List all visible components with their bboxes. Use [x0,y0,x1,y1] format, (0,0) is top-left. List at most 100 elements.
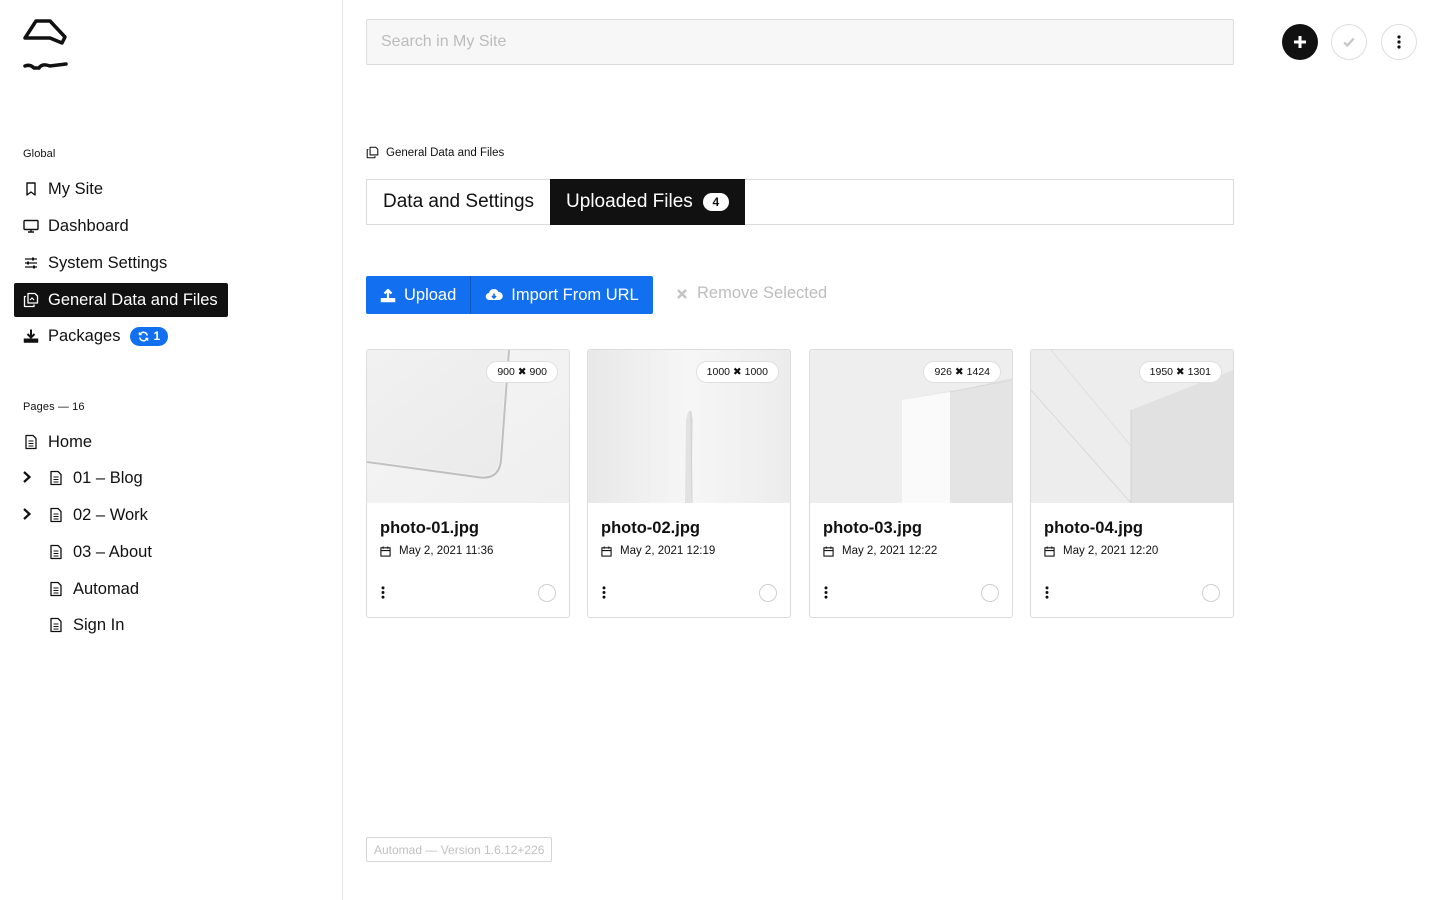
cloud-download-icon [486,288,504,301]
file-date-label: May 2, 2021 12:20 [1063,545,1159,557]
refresh-icon [139,331,149,341]
page-item-label: 02 – Work [73,505,148,524]
file-thumbnail[interactable]: 926 ✖ 1424 [810,350,1012,503]
files-count-badge: 4 [702,193,729,211]
file-date: May 2, 2021 11:36 [380,545,493,557]
file-select-checkbox[interactable] [759,584,777,602]
updates-badge[interactable]: 1 [130,326,169,346]
file-name[interactable]: photo-03.jpg [823,519,922,538]
page-item-label: Home [48,432,93,451]
file-card[interactable]: 900 ✖ 900 photo-01.jpg May 2, 2021 11:36 [366,349,570,618]
remove-selected-button[interactable]: Remove Selected [676,284,827,303]
files-icon [366,146,379,159]
calendar-icon [1044,545,1055,557]
bookmark-icon [23,181,39,197]
page-item-home[interactable]: Home [14,425,92,459]
sidebar-item-dashboard[interactable]: Dashboard [14,209,139,243]
page-item-about[interactable]: 03 – About [39,535,152,569]
dimensions-badge: 1950 ✖ 1301 [1138,361,1222,383]
file-date: May 2, 2021 12:22 [823,545,937,557]
file-menu-button[interactable] [1042,584,1052,600]
page-item-label: 01 – Blog [73,468,143,487]
document-icon [48,544,64,560]
file-name[interactable]: photo-04.jpg [1044,519,1143,538]
download-icon [23,328,39,344]
file-card[interactable]: 1950 ✖ 1301 photo-04.jpg May 2, 2021 12:… [1030,349,1234,618]
kebab-icon [1045,585,1049,599]
kebab-icon [381,585,385,599]
check-icon [1343,37,1355,48]
file-card[interactable]: 926 ✖ 1424 photo-03.jpg May 2, 2021 12:2… [809,349,1013,618]
files-icon [23,292,39,308]
file-select-checkbox[interactable] [538,584,556,602]
dimensions-badge: 900 ✖ 900 [486,361,558,383]
file-thumbnail[interactable]: 900 ✖ 900 [367,350,569,503]
file-date-label: May 2, 2021 11:36 [399,545,494,557]
breadcrumb: General Data and Files [366,146,504,159]
file-thumbnail[interactable]: 1000 ✖ 1000 [588,350,790,503]
file-date: May 2, 2021 12:20 [1044,545,1158,557]
automad-logo[interactable] [22,18,68,74]
page-item-sign-in[interactable]: Sign In [39,608,124,642]
monitor-icon [23,218,39,234]
tab-uploaded-files[interactable]: Uploaded Files 4 [550,179,745,225]
page-item-label: Automad [73,579,140,598]
sidebar-item-system-settings[interactable]: System Settings [14,246,177,280]
calendar-icon [601,545,612,557]
add-page-button[interactable] [1282,24,1318,60]
upload-button-group: Upload Import From URL [366,276,653,314]
chevron-right-icon[interactable] [20,507,34,521]
file-select-checkbox[interactable] [981,584,999,602]
tab-data-and-settings[interactable]: Data and Settings [367,179,550,225]
sidebar-item-packages[interactable]: Packages 1 [14,319,178,353]
page-item-label: Sign In [73,615,125,634]
sidebar-item-label: Dashboard [48,216,129,235]
file-thumbnail[interactable]: 1950 ✖ 1301 [1031,350,1233,503]
chevron-right-icon[interactable] [20,470,34,484]
sidebar-item-label: General Data and Files [48,290,218,309]
more-options-button[interactable] [1381,24,1417,60]
file-date-label: May 2, 2021 12:22 [842,545,938,557]
page-item-label: 03 – About [73,542,152,561]
document-icon [48,470,64,486]
file-menu-button[interactable] [599,584,609,600]
kebab-icon [824,585,828,599]
sliders-icon [23,255,39,271]
updates-count: 1 [153,329,161,343]
upload-label: Upload [404,285,457,304]
file-name[interactable]: photo-02.jpg [601,519,700,538]
remove-label: Remove Selected [697,284,828,302]
file-name[interactable]: photo-01.jpg [380,519,479,538]
sidebar-item-label: Packages [48,326,121,345]
search-input[interactable] [366,19,1234,65]
dimensions-badge: 1000 ✖ 1000 [695,361,779,383]
file-menu-button[interactable] [378,584,388,600]
kebab-icon [602,585,606,599]
save-button[interactable] [1331,24,1367,60]
document-icon [48,617,64,633]
sidebar-item-label: System Settings [48,253,168,272]
tab-label: Uploaded Files [566,191,693,212]
file-select-checkbox[interactable] [1202,584,1220,602]
document-icon [48,581,64,597]
sidebar-item-my-site[interactable]: My Site [14,172,113,206]
page-item-automad[interactable]: Automad [39,572,139,606]
import-label: Import From URL [511,285,639,304]
tab-bar: Data and Settings Uploaded Files 4 [366,179,1234,225]
calendar-icon [823,545,834,557]
plus-icon [1294,36,1306,48]
page-item-work[interactable]: 02 – Work [39,498,148,532]
import-from-url-button[interactable]: Import From URL [470,276,652,314]
page-item-blog[interactable]: 01 – Blog [39,461,143,495]
calendar-icon [380,545,391,557]
upload-icon [380,288,396,303]
document-icon [23,434,39,450]
file-menu-button[interactable] [821,584,831,600]
global-section-title: Global [23,148,56,160]
tab-label: Data and Settings [383,191,535,212]
sidebar-item-general-data-and-files[interactable]: General Data and Files [14,283,228,317]
file-card[interactable]: 1000 ✖ 1000 photo-02.jpg May 2, 2021 12:… [587,349,791,618]
breadcrumb-label: General Data and Files [386,146,505,159]
pages-section-title: Pages — 16 [23,401,85,413]
upload-button[interactable]: Upload [366,276,470,314]
